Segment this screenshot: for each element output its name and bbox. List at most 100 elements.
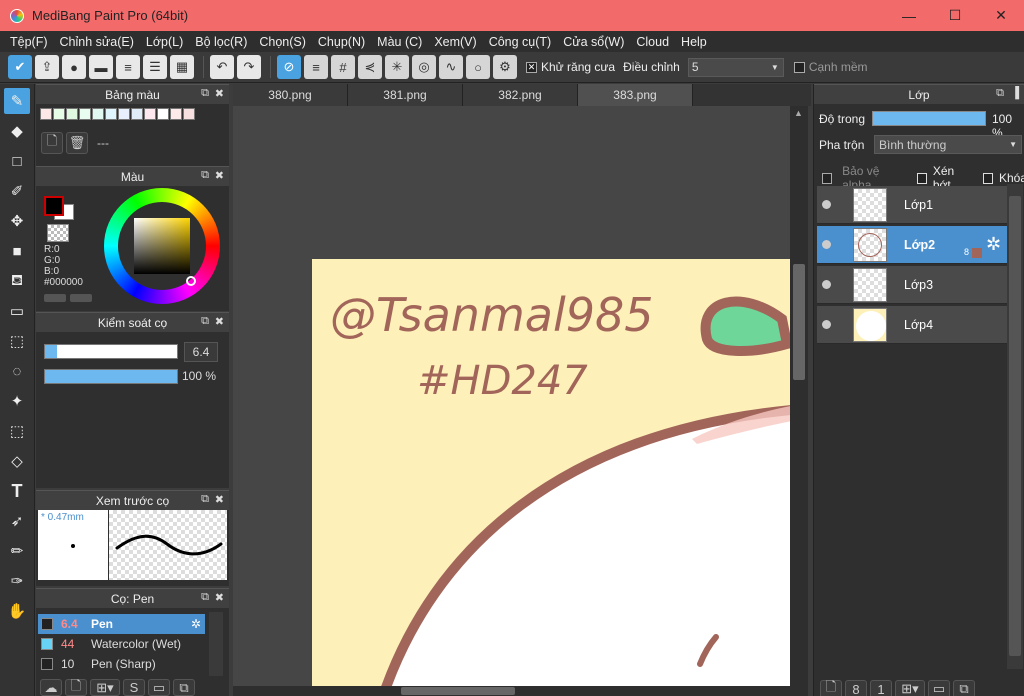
operation-tool-icon[interactable]: ➶ [4,508,30,534]
snap-settings-icon[interactable]: ⚙ [493,55,517,79]
minimize-button[interactable]: — [886,0,932,31]
swatch[interactable] [131,108,143,120]
swatch[interactable] [157,108,169,120]
menu-tools[interactable]: Công cụ(T) [483,35,558,49]
comment-icon[interactable]: ▬ [89,55,113,79]
blur-brush-icon[interactable]: ✐ [4,178,30,204]
visibility-icon[interactable] [822,200,831,209]
visibility-icon[interactable] [822,320,831,329]
grid-snap-icon[interactable]: # [331,55,355,79]
layer-list-scrollbar[interactable] [1007,184,1023,669]
layer-folder-icon[interactable]: ▭ [928,680,950,696]
page-manager-icon[interactable]: ☰ [143,55,167,79]
swatch[interactable] [183,108,195,120]
swatch[interactable] [66,108,78,120]
parallel-snap-icon[interactable]: ≡ [304,55,328,79]
menu-filter[interactable]: Bộ lọc(R) [189,35,253,49]
tab-382[interactable]: 382.png [463,84,578,106]
menu-cloud[interactable]: Cloud [630,35,675,49]
tab-383[interactable]: 383.png [578,84,693,106]
brush-size-value[interactable]: 6.4 [184,342,218,362]
menu-file[interactable]: Tệp(F) [4,35,54,49]
adjust-select[interactable]: 5 ▼ [687,57,784,77]
gear-icon[interactable]: ✲ [986,234,1001,255]
dot-tool-icon[interactable]: □ [4,148,30,174]
drawing-paper[interactable]: @Tsanmal985 #HD247 [312,259,790,686]
close-icon[interactable]: ✖ [215,493,224,506]
undo-icon[interactable]: ↶ [210,55,234,79]
color-mode-button[interactable] [44,294,66,302]
close-icon[interactable]: ✖ [215,169,224,182]
grid-check-icon[interactable]: ▦ [170,55,194,79]
brush-copy-icon[interactable]: ⧉ [173,679,195,696]
hand-tool-icon[interactable]: ✋ [4,598,30,624]
ellipse-snap-icon[interactable]: ○ [466,55,490,79]
brush-new-icon[interactable]: 🗋 [65,678,87,696]
swatch[interactable] [79,108,91,120]
layer-row[interactable]: Lớp3 [817,266,1007,304]
brush-opacity-slider[interactable] [44,369,178,384]
curve-snap-icon[interactable]: ∿ [439,55,463,79]
clipping-checkbox[interactable] [916,172,927,184]
canvas-area[interactable]: @Tsanmal985 #HD247 [233,106,790,686]
saturation-value-square[interactable] [134,218,190,274]
tab-380[interactable]: 380.png [233,84,348,106]
menu-color[interactable]: Màu (C) [371,35,428,49]
bucket-tool-icon[interactable]: ⛾ [4,268,30,294]
undock-icon[interactable]: ⧉ [201,315,209,328]
scroll-thumb[interactable] [401,687,515,695]
undock-icon[interactable]: ⧉ [201,591,209,604]
close-icon[interactable]: ✖ [215,87,224,100]
fill-rect-icon[interactable]: ■ [4,238,30,264]
brush-item-pen-sharp[interactable]: 10 Pen (Sharp) [38,654,205,674]
swatch[interactable] [105,108,117,120]
hue-handle[interactable] [186,276,196,286]
cloud-check-icon[interactable]: ✔ [8,55,32,79]
brush-folder-icon[interactable]: ▭ [148,679,170,696]
canvas-vertical-scrollbar[interactable]: ▲ [790,106,808,686]
add-layer-menu-icon[interactable]: ⊞▾ [895,680,925,696]
brush-script-icon[interactable]: S [123,679,145,696]
swatch[interactable] [118,108,130,120]
menu-layer[interactable]: Lớp(L) [140,35,189,49]
select-rect-icon[interactable]: ⬚ [4,328,30,354]
delete-palette-icon[interactable]: 🗑 [66,132,88,154]
undock-icon[interactable]: ⧉ [201,493,209,506]
eyedropper-small-button[interactable] [70,294,92,302]
antialias-checkbox[interactable]: ✕ [526,61,537,73]
protect-alpha-checkbox[interactable] [822,172,833,184]
menu-edit[interactable]: Chỉnh sửa(E) [54,35,140,49]
hue-wheel[interactable] [104,188,220,304]
layer-row[interactable]: Lớp4 [817,306,1007,344]
scroll-up-icon[interactable]: ▲ [794,108,803,118]
scroll-thumb[interactable] [793,264,805,380]
close-icon[interactable]: ▐ [1011,87,1019,99]
snap-off-icon[interactable]: ⊘ [277,55,301,79]
swatch[interactable] [92,108,104,120]
undock-icon[interactable]: ⧉ [201,87,209,100]
swatch[interactable] [53,108,65,120]
swatch[interactable] [40,108,52,120]
maximize-button[interactable]: ☐ [932,0,978,31]
brush-cloud-icon[interactable]: ☁ [40,679,62,696]
undock-icon[interactable]: ⧉ [996,87,1004,100]
brush-list-scrollbar[interactable] [209,612,223,676]
transparent-color-swatch[interactable] [47,224,69,242]
undock-icon[interactable]: ⧉ [201,169,209,182]
gradient-tool-icon[interactable]: ▭ [4,298,30,324]
close-icon[interactable]: ✖ [215,591,224,604]
menu-help[interactable]: Help [675,35,713,49]
swatch[interactable] [144,108,156,120]
new-8bit-layer-icon[interactable]: 8 [845,680,867,696]
menu-view[interactable]: Xem(V) [428,35,482,49]
brush-item-watercolor[interactable]: 44 Watercolor (Wet) [38,634,205,654]
divide-tool-icon[interactable]: ✏ [4,538,30,564]
radial-snap-icon[interactable]: ✳ [385,55,409,79]
new-layer-icon[interactable]: 🗋 [820,679,842,696]
brush-item-pen[interactable]: 6.4 Pen ✲ [38,614,205,634]
select-eraser-icon[interactable]: ◇ [4,448,30,474]
layer-row-selected[interactable]: Lớp2 8 ✲ [817,226,1007,264]
radial-line-snap-icon[interactable]: ⋞ [358,55,382,79]
close-button[interactable]: ✕ [978,0,1024,31]
menu-snap[interactable]: Chụp(N) [312,35,371,49]
